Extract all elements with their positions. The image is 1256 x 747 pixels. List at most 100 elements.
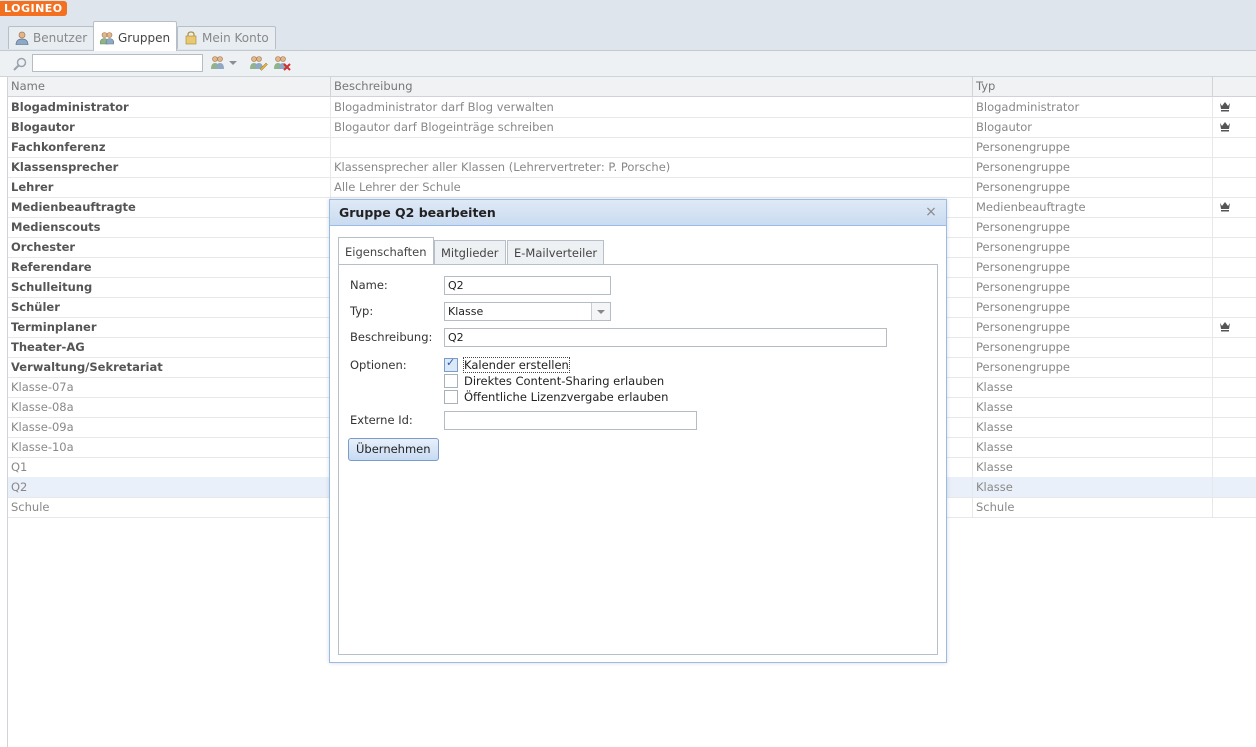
cell-name: Verwaltung/Sekretariat <box>8 357 331 377</box>
table-row[interactable]: Lehrer Alle Lehrer der Schule Personengrup… <box>8 177 1256 198</box>
kalender-checkbox[interactable] <box>444 356 458 372</box>
column-header-beschreibung[interactable]: Beschreibung <box>331 77 973 96</box>
cell-name: Lehrer <box>8 177 331 197</box>
crown-icon <box>1220 122 1230 132</box>
cell-typ: Personengruppe <box>973 277 1213 297</box>
typ-select-value: Klasse <box>448 305 484 318</box>
tab-gruppen[interactable]: Gruppen <box>93 21 178 51</box>
chevron-down-icon[interactable] <box>591 303 610 320</box>
cell-beschreibung: Blogadministrator darf Blog verwalten <box>331 97 973 117</box>
column-header-typ[interactable]: Typ <box>973 77 1213 96</box>
group-icon <box>100 32 114 45</box>
cell-name: Q2 <box>8 477 331 497</box>
cell-beschreibung: Blogautor darf Blogeinträge schreiben <box>331 117 973 137</box>
table-row[interactable]: Klassensprecher Klassensprecher aller Kla… <box>8 157 1256 178</box>
cell-typ: Personengruppe <box>973 237 1213 257</box>
cell-extra <box>1213 177 1256 197</box>
toolbar <box>0 51 1256 77</box>
uebernehmen-button[interactable]: Übernehmen <box>348 438 439 461</box>
cell-extra <box>1213 217 1256 237</box>
crown-icon <box>1220 202 1230 212</box>
dialog-header: Gruppe Q2 bearbeiten × <box>330 200 946 226</box>
top-bar: LOGINEO <box>0 0 1256 20</box>
cell-name: Terminplaner <box>8 317 331 337</box>
tab-gruppen-label: Gruppen <box>118 31 171 45</box>
name-field[interactable]: Q2 <box>444 276 611 295</box>
cell-name: Klassensprecher <box>8 157 331 177</box>
externe-id-label: Externe Id: <box>350 413 413 427</box>
search-input[interactable] <box>32 54 203 72</box>
grid-header: Name Beschreibung Typ <box>8 77 1256 97</box>
edit-group-icon <box>250 56 268 71</box>
cell-name: Schüler <box>8 297 331 317</box>
cell-typ: Klasse <box>973 477 1213 497</box>
cell-extra <box>1213 297 1256 317</box>
cell-extra <box>1213 397 1256 417</box>
lizenzvergabe-checkbox-label[interactable]: Öffentliche Lizenzvergabe erlauben <box>464 390 668 404</box>
cell-name: Medienbeauftragte <box>8 197 331 217</box>
kalender-checkbox-label[interactable]: Kalender erstellen <box>463 357 570 373</box>
cell-typ: Personengruppe <box>973 297 1213 317</box>
externe-id-field[interactable] <box>444 411 697 430</box>
cell-typ: Klasse <box>973 457 1213 477</box>
beschreibung-label: Beschreibung: <box>350 330 433 344</box>
dialog-title: Gruppe Q2 bearbeiten <box>339 205 496 220</box>
cell-typ: Blogadministrator <box>973 97 1213 117</box>
cell-extra <box>1213 157 1256 177</box>
delete-group-icon <box>274 56 291 71</box>
cell-typ: Personengruppe <box>973 217 1213 237</box>
cell-name: Fachkonferenz <box>8 137 331 157</box>
user-icon <box>15 31 29 45</box>
cell-typ: Personengruppe <box>973 337 1213 357</box>
table-row[interactable]: Fachkonferenz Personengruppe <box>8 137 1256 158</box>
add-group-icon <box>211 56 237 69</box>
cell-typ: Schule <box>973 497 1213 517</box>
cell-extra <box>1213 417 1256 437</box>
cell-typ: Personengruppe <box>973 157 1213 177</box>
column-header-name[interactable]: Name <box>8 77 331 96</box>
delete-group-button[interactable] <box>272 54 292 72</box>
cell-name: Theater-AG <box>8 337 331 357</box>
cell-typ: Personengruppe <box>973 357 1213 377</box>
typ-label: Typ: <box>350 304 374 318</box>
crown-icon <box>1220 322 1230 332</box>
search-icon <box>13 57 27 71</box>
tab-eigenschaften[interactable]: Eigenschaften <box>338 237 434 265</box>
add-group-button[interactable] <box>209 54 239 72</box>
tab-benutzer-label: Benutzer <box>33 31 88 45</box>
typ-select[interactable]: Klasse <box>444 302 611 321</box>
content-sharing-checkbox-label[interactable]: Direktes Content-Sharing erlauben <box>464 374 664 388</box>
cell-name: Klasse-08a <box>8 397 331 417</box>
close-icon[interactable]: × <box>924 205 938 219</box>
cell-name: Q1 <box>8 457 331 477</box>
cell-beschreibung <box>331 137 973 157</box>
cell-name: Schule <box>8 497 331 517</box>
cell-typ: Personengruppe <box>973 317 1213 337</box>
dialog-tabs: Eigenschaften Mitglieder E-Mailverteiler <box>338 237 938 265</box>
table-row[interactable]: Blogadministrator Blogadministrator darf … <box>8 97 1256 118</box>
tab-benutzer[interactable]: Benutzer <box>8 26 95 49</box>
cell-name: Blogautor <box>8 117 331 137</box>
edit-group-dialog: Gruppe Q2 bearbeiten × Eigenschaften Mit… <box>329 199 947 663</box>
column-header-extra <box>1213 77 1256 96</box>
cell-extra <box>1213 277 1256 297</box>
cell-name: Klasse-09a <box>8 417 331 437</box>
edit-group-button[interactable] <box>248 54 268 72</box>
cell-typ: Personengruppe <box>973 177 1213 197</box>
logineo-logo: LOGINEO <box>0 1 67 16</box>
tab-mein-konto[interactable]: Mein Konto <box>177 26 276 49</box>
content-sharing-checkbox[interactable] <box>444 374 458 388</box>
name-label: Name: <box>350 278 388 292</box>
cell-name: Referendare <box>8 257 331 277</box>
cell-extra <box>1213 457 1256 477</box>
tab-e-mailverteiler[interactable]: E-Mailverteiler <box>507 240 605 264</box>
beschreibung-field[interactable]: Q2 <box>444 328 887 347</box>
cell-name: Blogadministrator <box>8 97 331 117</box>
cell-name: Schulleitung <box>8 277 331 297</box>
dialog-body: Name: Q2 Typ: Klasse Beschreibung: Q2 Op… <box>338 264 938 655</box>
table-row[interactable]: Blogautor Blogautor darf Blogeinträge sch… <box>8 117 1256 138</box>
tab-mein-konto-label: Mein Konto <box>202 31 269 45</box>
cell-typ: Klasse <box>973 417 1213 437</box>
tab-mitglieder[interactable]: Mitglieder <box>434 240 506 264</box>
lizenzvergabe-checkbox[interactable] <box>444 390 458 404</box>
